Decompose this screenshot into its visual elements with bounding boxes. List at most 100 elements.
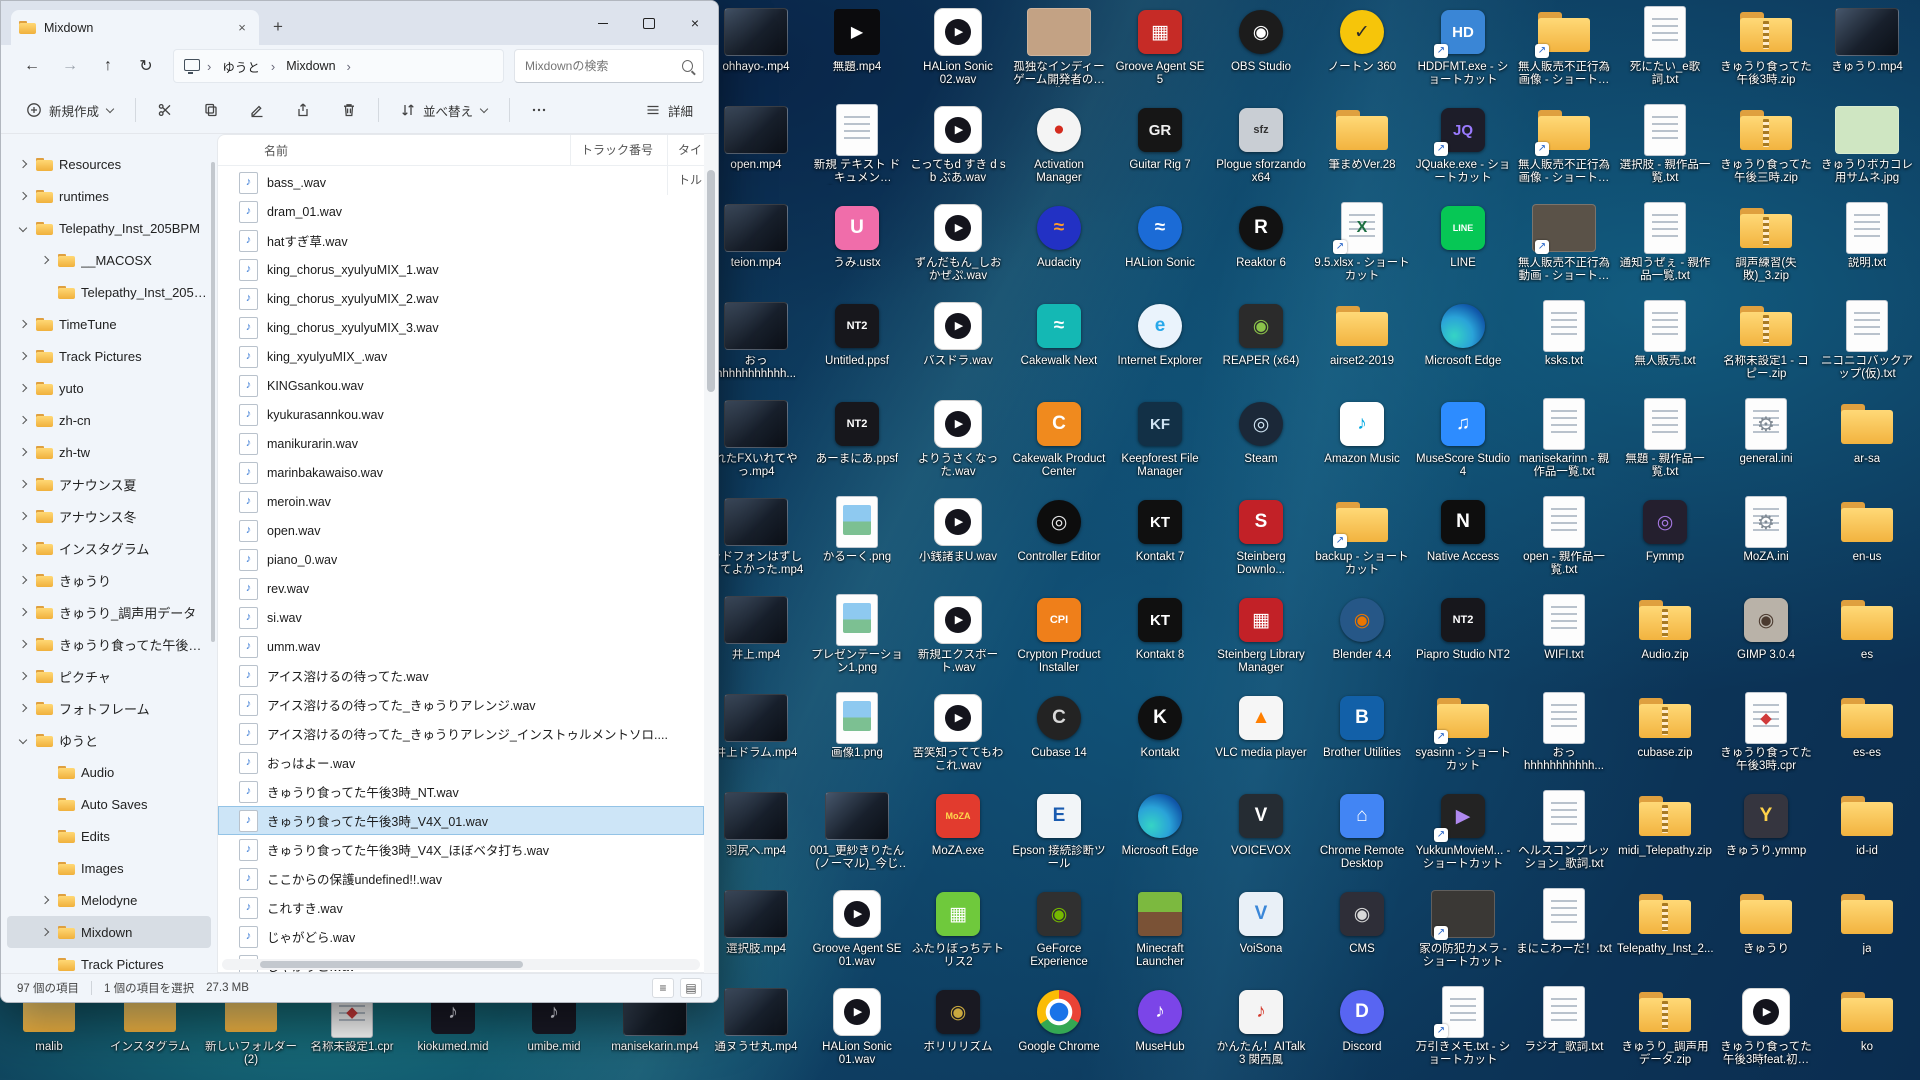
explorer-tab[interactable]: Mixdown ×	[11, 10, 259, 45]
desktop-icon[interactable]: 井上ドラム.mp4	[706, 692, 806, 788]
desktop-icon[interactable]: EEpson 接続診断ツール	[1009, 790, 1109, 886]
sidebar-item[interactable]: Auto Saves	[7, 788, 211, 820]
desktop-icon[interactable]: Minecraft Launcher	[1110, 888, 1210, 984]
desktop-icon[interactable]: ▲VLC media player	[1211, 692, 1311, 788]
desktop-icon[interactable]: eInternet Explorer	[1110, 300, 1210, 396]
desktop-icon[interactable]: ◉OBS Studio	[1211, 6, 1311, 102]
desktop-icon[interactable]: WIFI.txt	[1514, 594, 1614, 690]
desktop-icon[interactable]: ▶新規エクスポート.wav	[908, 594, 1008, 690]
desktop-icon[interactable]: ksks.txt	[1514, 300, 1614, 396]
file-row[interactable]: ♪king_xyulyuMIX_.wav	[218, 342, 704, 371]
desktop-icon[interactable]: プレゼンテーション1.png	[807, 594, 907, 690]
sidebar-item[interactable]: フォトフレーム	[7, 692, 211, 724]
sidebar-item[interactable]: ピクチャ	[7, 660, 211, 692]
forward-button[interactable]: →	[53, 51, 87, 81]
chevron-icon[interactable]	[15, 669, 30, 684]
details-view-toggle-button[interactable]: ▤	[680, 978, 702, 998]
desktop-icon[interactable]: 名称未設定1 - コピー.zip	[1716, 300, 1816, 396]
desktop-icon[interactable]: かるーく.png	[807, 496, 907, 592]
file-row[interactable]: ♪KINGsankou.wav	[218, 371, 704, 400]
up-button[interactable]: ↑	[91, 51, 125, 81]
chevron-icon[interactable]	[15, 189, 30, 204]
sidebar-item[interactable]: Telepathy_Inst_205BPM	[7, 276, 211, 308]
chevron-icon[interactable]	[15, 413, 30, 428]
cut-button[interactable]	[148, 96, 182, 124]
file-row[interactable]: ♪きゅうり食ってた午後3時_V4X_01.wav	[218, 806, 704, 835]
desktop-icon[interactable]: ▶HALion Sonic 01.wav	[807, 986, 907, 1080]
sidebar-item[interactable]: きゅうり食ってた午後三時	[7, 628, 211, 660]
sidebar-item[interactable]: Mixdown	[7, 916, 211, 948]
desktop-icon[interactable]: おっhhhhhhhhhhh...	[706, 300, 806, 396]
file-row[interactable]: ♪きゅうり食ってた午後3時_V4X_ほぼベタ打ち.wav	[218, 835, 704, 864]
desktop-icon[interactable]: 無題 - 親作品一覧.txt	[1615, 398, 1715, 494]
desktop-icon[interactable]: ◉GeForce Experience	[1009, 888, 1109, 984]
desktop-icon[interactable]: まにこわーだ！.txt	[1514, 888, 1614, 984]
sidebar-item[interactable]: Track Pictures	[7, 340, 211, 372]
chevron-icon[interactable]	[37, 253, 52, 268]
desktop-icon[interactable]: ↗無人販売不正行為 動画 - ショートカット	[1514, 202, 1614, 298]
desktop-icon[interactable]: ッドフォンはずしててよかった.mp4	[706, 496, 806, 592]
desktop-icon[interactable]: manisekarinn - 親作品一覧.txt	[1514, 398, 1614, 494]
file-row[interactable]: ♪umm.wav	[218, 632, 704, 661]
sidebar-item[interactable]: Resources	[7, 148, 211, 180]
desktop-icon[interactable]: NT2Piapro Studio NT2	[1413, 594, 1513, 690]
file-row[interactable]: ♪king_chorus_xyulyuMIX_3.wav	[218, 313, 704, 342]
file-row[interactable]: ♪kyukurasannkou.wav	[218, 400, 704, 429]
desktop-icon[interactable]: 画像1.png	[807, 692, 907, 788]
sidebar-item[interactable]: Melodyne	[7, 884, 211, 916]
desktop-icon[interactable]: ヘルスコンプレッション_歌詞.txt	[1514, 790, 1614, 886]
desktop-icon[interactable]: ▶HALion Sonic 02.wav	[908, 6, 1008, 102]
breadcrumb-item[interactable]: ゆうと	[218, 55, 264, 78]
desktop-icon[interactable]: ▦ふたりぼっちテトリス2	[908, 888, 1008, 984]
desktop-icon[interactable]: ◉REAPER (x64)	[1211, 300, 1311, 396]
desktop-icon[interactable]: NNative Access	[1413, 496, 1513, 592]
desktop-icon[interactable]: NT2Untitled.ppsf	[807, 300, 907, 396]
sidebar-item[interactable]: runtimes	[7, 180, 211, 212]
sidebar-item[interactable]: Telepathy_Inst_205BPM	[7, 212, 211, 244]
chevron-icon[interactable]	[15, 573, 30, 588]
desktop-icon[interactable]: ≈Cakewalk Next	[1009, 300, 1109, 396]
maximize-button[interactable]	[626, 1, 672, 45]
desktop-icon[interactable]: きゅうり食ってた午後3時.zip	[1716, 6, 1816, 102]
file-row[interactable]: ♪アイス溶けるの待ってた.wav	[218, 661, 704, 690]
desktop-icon[interactable]: ニコニコバックアップ(仮).txt	[1817, 300, 1917, 396]
desktop-icon[interactable]: es-es	[1817, 692, 1917, 788]
desktop-icon[interactable]: きゅうり_調声用データ.zip	[1615, 986, 1715, 1080]
desktop-icon[interactable]: VVoiSona	[1211, 888, 1311, 984]
refresh-button[interactable]: ↻	[129, 51, 163, 81]
desktop-icon[interactable]: ◉ポリリリズム	[908, 986, 1008, 1080]
desktop-icon[interactable]: RReaktor 6	[1211, 202, 1311, 298]
desktop-icon[interactable]: open.mp4	[706, 104, 806, 200]
chevron-icon[interactable]	[15, 445, 30, 460]
desktop-icon[interactable]: ♪MuseHub	[1110, 986, 1210, 1080]
sidebar-item[interactable]: zh-cn	[7, 404, 211, 436]
sidebar-item[interactable]: アナウンス夏	[7, 468, 211, 500]
file-row[interactable]: ♪king_chorus_xyulyuMIX_2.wav	[218, 284, 704, 313]
chevron-icon[interactable]	[15, 701, 30, 716]
file-row[interactable]: ♪おっはよー.wav	[218, 748, 704, 777]
close-button[interactable]: ×	[672, 1, 718, 45]
sidebar-item[interactable]: Track Pictures	[7, 948, 211, 973]
chevron-icon[interactable]	[37, 925, 52, 940]
desktop-icon[interactable]: HD↗HDDFMT.exe - ショートカット	[1413, 6, 1513, 102]
sort-button[interactable]: 並べ替え	[391, 95, 497, 126]
desktop-icon[interactable]: ↗syasinn - ショートカット	[1413, 692, 1513, 788]
desktop-icon[interactable]: ar-sa	[1817, 398, 1917, 494]
sidebar-item[interactable]: インスタグラム	[7, 532, 211, 564]
file-row[interactable]: ♪bass_.wav	[218, 168, 704, 197]
desktop-icon[interactable]: ♪かんたん！AITalk 3 関西風	[1211, 986, 1311, 1080]
desktop-icon[interactable]: 選択肢.mp4	[706, 888, 806, 984]
desktop-icon[interactable]: ▶↗YukkunMovieM... - ショートカット	[1413, 790, 1513, 886]
desktop-icon[interactable]: 新規 テキスト ドキュメント.musicxml	[807, 104, 907, 200]
desktop-icon[interactable]: ✓ノートン 360	[1312, 6, 1412, 102]
file-row[interactable]: ♪dram_01.wav	[218, 197, 704, 226]
desktop-icon[interactable]: 001_更紗きりたん(ノーマル)_今じゃ...	[807, 790, 907, 886]
desktop-icon[interactable]: teion.mp4	[706, 202, 806, 298]
sidebar-item[interactable]: きゅうり	[7, 564, 211, 596]
chevron-icon[interactable]	[15, 317, 30, 332]
desktop-icon[interactable]: midi_Telepathy.zip	[1615, 790, 1715, 886]
file-row[interactable]: ♪アイス溶けるの待ってた_きゅうりアレンジ.wav	[218, 690, 704, 719]
desktop-icon[interactable]: sfzPlogue sforzando x64	[1211, 104, 1311, 200]
desktop-icon[interactable]: ⚙general.ini	[1716, 398, 1816, 494]
desktop-icon[interactable]: ≈HALion Sonic	[1110, 202, 1210, 298]
